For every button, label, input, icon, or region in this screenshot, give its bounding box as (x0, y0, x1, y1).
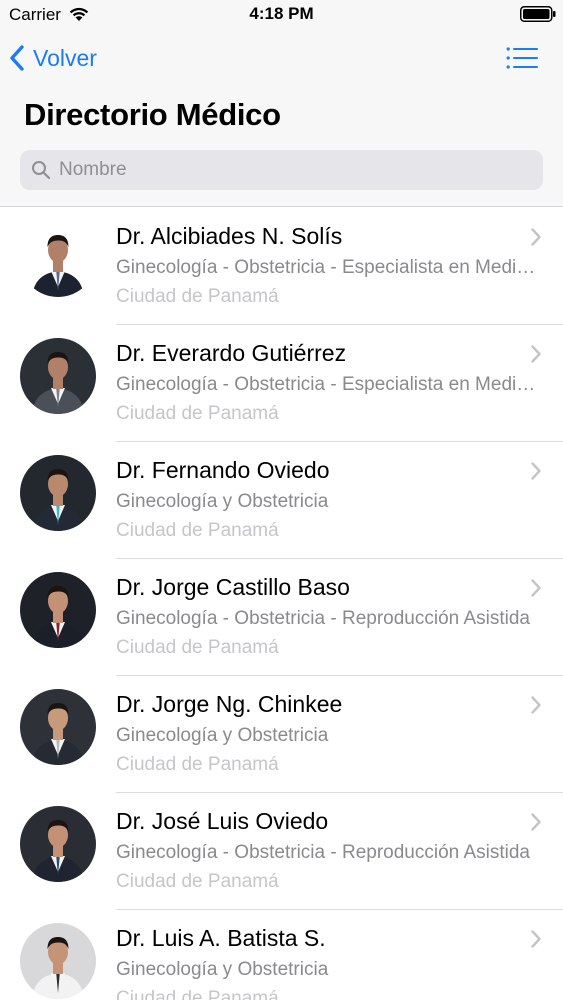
doctor-avatar (20, 338, 96, 414)
doctor-name: Dr. Alcibiades N. Solís (116, 223, 343, 249)
doctor-city: Ciudad de Panamá (116, 520, 279, 541)
doctor-avatar (20, 572, 96, 648)
search-field[interactable] (20, 150, 543, 190)
chevron-right-icon (531, 696, 541, 714)
chevron-right-icon (531, 813, 541, 831)
doctor-row[interactable]: Dr. José Luis Oviedo Ginecología - Obstet… (0, 793, 563, 910)
doctor-specialty: Ginecología y Obstetricia (116, 491, 329, 512)
doctor-city: Ciudad de Panamá (116, 403, 279, 424)
doctor-row[interactable]: Dr. Fernando Oviedo Ginecología y Obstetr… (0, 442, 563, 559)
page-title: Directorio Médico (24, 97, 281, 132)
chevron-right-icon (531, 930, 541, 948)
doctor-specialty: Ginecología - Obstetricia - Especialista… (116, 257, 544, 278)
doctor-row[interactable]: Dr. Jorge Castillo Baso Ginecología - Obs… (0, 559, 563, 676)
doctor-city: Ciudad de Panamá (116, 871, 279, 892)
search-icon (32, 161, 51, 180)
chevron-right-icon (531, 579, 541, 597)
header-area: Carrier 4:18 PM Volver Directorio Médico… (0, 0, 563, 207)
doctor-specialty: Ginecología y Obstetricia (116, 725, 329, 746)
chevron-right-icon (531, 228, 541, 246)
chevron-right-icon (531, 462, 541, 480)
doctor-city: Ciudad de Panamá (116, 754, 279, 775)
doctor-name: Dr. Jorge Castillo Baso (116, 574, 350, 600)
doctor-row[interactable]: Dr. Alcibiades N. Solís Ginecología - Obs… (0, 208, 563, 325)
doctor-city: Ciudad de Panamá (116, 988, 279, 1000)
doctor-avatar (20, 806, 96, 882)
doctor-name: Dr. Fernando Oviedo (116, 457, 330, 483)
doctor-avatar (20, 221, 96, 297)
doctor-specialty: Ginecología - Obstetricia - Reproducción… (116, 608, 530, 629)
doctor-name: Dr. Jorge Ng. Chinkee (116, 691, 343, 717)
doctor-avatar (20, 923, 96, 999)
doctor-row[interactable]: Dr. Jorge Ng. Chinkee Ginecología y Obste… (0, 676, 563, 793)
doctor-name: Dr. Everardo Gutiérrez (116, 340, 347, 366)
doctor-row[interactable]: Dr. Luis A. Batista S. Ginecología y Obst… (0, 910, 563, 1000)
back-button-label: Volver (33, 44, 97, 71)
doctor-city: Ciudad de Panamá (116, 286, 279, 307)
back-button[interactable]: Volver (8, 40, 97, 76)
doctor-specialty: Ginecología y Obstetricia (116, 959, 329, 980)
doctor-city: Ciudad de Panamá (116, 637, 279, 658)
status-bar: Carrier 4:18 PM (0, 0, 563, 30)
doctor-specialty: Ginecología - Obstetricia - Especialista… (116, 374, 544, 395)
chevron-right-icon (531, 345, 541, 363)
doctor-avatar (20, 455, 96, 531)
doctor-specialty: Ginecología - Obstetricia - Reproducción… (116, 842, 530, 863)
doctor-row[interactable]: Dr. Everardo Gutiérrez Ginecología - Obst… (0, 325, 563, 442)
chevron-left-icon (10, 45, 24, 71)
doctor-list: Dr. Alcibiades N. Solís Ginecología - Obs… (0, 208, 563, 1000)
doctor-name: Dr. José Luis Oviedo (116, 808, 329, 834)
navigation-bar: Volver (0, 36, 563, 80)
status-time: 4:18 PM (249, 4, 314, 23)
doctor-avatar (20, 689, 96, 765)
doctor-name: Dr. Luis A. Batista S. (116, 925, 326, 951)
list-icon[interactable] (506, 46, 538, 70)
battery-icon (520, 6, 556, 22)
search-input[interactable] (59, 159, 519, 181)
